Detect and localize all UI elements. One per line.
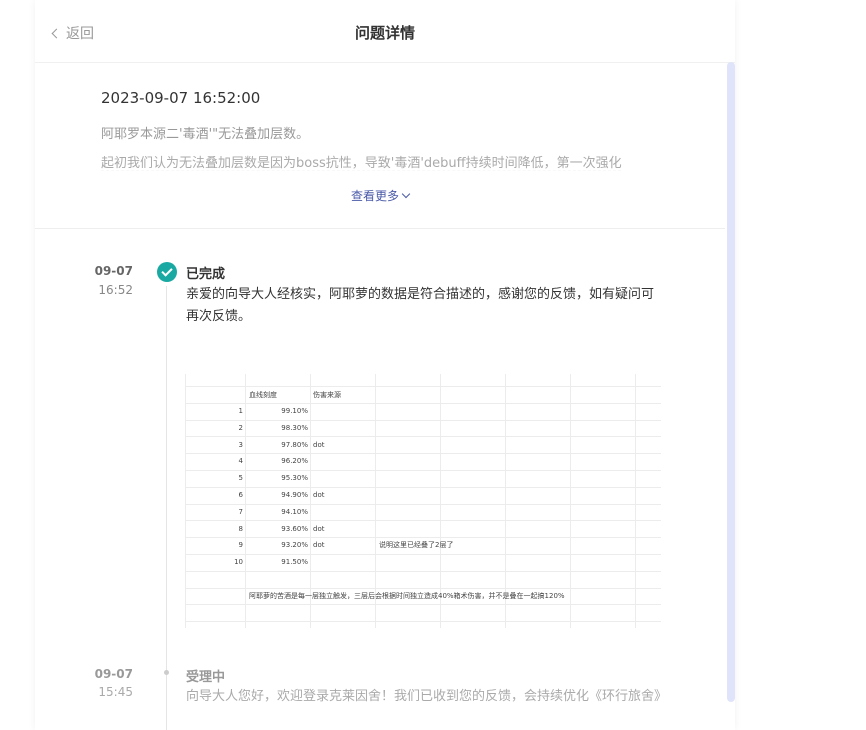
question-text-line1: 阿耶罗本源二'毒酒'"无法叠加层数。 xyxy=(101,127,310,142)
event-text: 向导大人您好，欢迎登录克莱因舍！我们已收到您的反馈，会持续优化《环行旅舍》 xyxy=(186,689,668,704)
sheet-header: 血线刻度 xyxy=(249,391,277,399)
sheet-header: 伤害来源 xyxy=(313,391,341,399)
sheet-cell-percent: 94.10% xyxy=(281,507,308,516)
sheet-row-number: 10 xyxy=(234,558,243,567)
question-datetime: 2023-09-07 16:52:00 xyxy=(101,89,261,107)
grid-line xyxy=(570,374,571,628)
chevron-down-icon xyxy=(401,189,411,199)
sheet-row-number: 5 xyxy=(238,474,243,483)
sheet-cell-source: dot xyxy=(313,440,325,449)
question-text-line2: 起初我们认为无法叠加层数是因为boss抗性，导致'毒酒'debuff持续时间降低… xyxy=(101,156,622,171)
grid-line xyxy=(635,374,636,628)
sheet-cell-percent: 91.50% xyxy=(281,558,308,567)
sheet-row-number: 8 xyxy=(238,524,243,533)
event-text: 亲爱的向导大人经核实，阿耶萝的数据是符合描述的，感谢您的反馈，如有疑问可再次反馈… xyxy=(186,287,655,324)
grid-line xyxy=(245,374,246,628)
grid-line xyxy=(185,604,661,606)
sheet-cell-percent: 93.20% xyxy=(281,541,308,550)
sheet-row-number: 7 xyxy=(238,507,243,516)
event-status: 受理中 xyxy=(186,670,226,685)
sheet-cell-percent: 95.30% xyxy=(281,474,308,483)
sheet-cell-percent: 98.30% xyxy=(281,423,308,432)
check-circle-icon xyxy=(157,262,177,282)
pending-dot-icon xyxy=(164,670,169,675)
timeline-line xyxy=(166,286,167,730)
grid-line xyxy=(185,621,661,623)
event-status: 已完成 xyxy=(186,267,226,282)
sheet-cell-percent: 93.60% xyxy=(281,524,308,533)
view-more-button[interactable]: 查看更多 xyxy=(35,187,725,204)
sheet-cell-percent: 96.20% xyxy=(281,457,308,466)
sheet-cell-percent: 99.10% xyxy=(281,407,308,415)
section-divider xyxy=(35,228,725,229)
event-date: 09-07 xyxy=(94,264,133,278)
header-bar: 返回 问题详情 xyxy=(35,0,735,63)
sheet-cell-source: dot xyxy=(313,491,325,499)
event-date: 09-07 xyxy=(94,667,133,681)
event-time: 16:52 xyxy=(98,283,133,297)
page-title: 问题详情 xyxy=(354,24,415,42)
event-time: 15:45 xyxy=(98,685,133,699)
grid-line xyxy=(185,374,186,628)
sheet-cell-source: dot xyxy=(313,524,325,533)
sheet-row-number: 4 xyxy=(238,457,243,466)
scrollbar[interactable] xyxy=(727,62,735,702)
sheet-row-number: 6 xyxy=(238,491,243,499)
sheet-row-number: 9 xyxy=(238,541,243,550)
attachment-spreadsheet-image[interactable]: 血线刻度 伤害来源 1 99.10% 2 98.30% 3 97.80% dot 4 96.20% 5… xyxy=(185,374,661,628)
sheet-row-number: 3 xyxy=(238,440,243,449)
view-more-label: 查看更多 xyxy=(350,189,399,203)
sheet-cell-source: dot xyxy=(313,541,325,550)
sheet-cell-note: 说明这里已经叠了2层了 xyxy=(379,541,454,550)
grid-line xyxy=(185,570,661,572)
sheet-cell-percent: 94.90% xyxy=(281,491,308,499)
sheet-row-number: 1 xyxy=(238,407,243,415)
sheet-cell-percent: 97.80% xyxy=(281,440,308,449)
detail-panel: 返回 问题详情 2023-09-07 16:52:00 阿耶罗本源二'毒酒'"无… xyxy=(35,0,735,730)
sheet-footer-note: 阿耶萝的苦酒是每一层独立触发，三层后会根据时间独立造成40%箱术伤害，并不是叠在… xyxy=(249,592,565,600)
sheet-row-number: 2 xyxy=(238,423,243,432)
